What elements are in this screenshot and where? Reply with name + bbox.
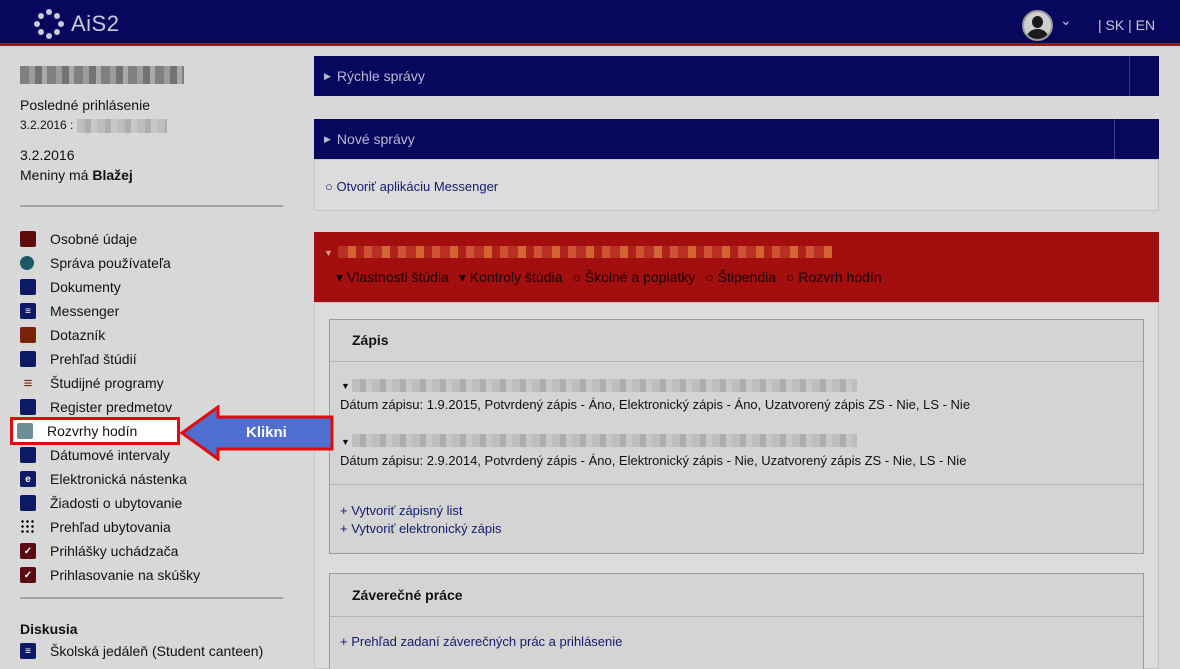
study-tabs: ▾ Vlastnosti štúdia ▾ Kontroly štúdia ○ … bbox=[336, 269, 892, 286]
ais2-logo[interactable]: AiS2 bbox=[34, 9, 119, 39]
sidebar-divider bbox=[20, 205, 283, 207]
discussion-title: Diskusia bbox=[20, 621, 78, 637]
calendar-icon bbox=[17, 423, 33, 439]
board-icon: e bbox=[20, 471, 36, 487]
thesis-box: Záverečné práce + Prehľad zadaní závereč… bbox=[329, 573, 1144, 669]
panel-settings-button[interactable] bbox=[1114, 119, 1159, 159]
enrollment-1-details: Dátum zápisu: 1.9.2015, Potvrdený zápis … bbox=[340, 397, 971, 412]
caret-down-icon: ▼ bbox=[341, 381, 350, 391]
exam-icon: ✓ bbox=[20, 567, 36, 583]
panel-settings-button[interactable] bbox=[1129, 56, 1159, 96]
user-name-redacted bbox=[20, 66, 184, 85]
document-list-icon bbox=[20, 351, 36, 367]
create-electronic-enrollment-link[interactable]: + Vytvoriť elektronický zápis bbox=[340, 521, 502, 536]
list-icon: ≡ bbox=[23, 374, 33, 392]
sidebar-item-applicant-applications[interactable]: ✓ Prihlášky uchádzača bbox=[20, 539, 285, 563]
logo-text: AiS2 bbox=[71, 11, 120, 36]
tab-study-properties[interactable]: ▾ Vlastnosti štúdia bbox=[336, 269, 449, 286]
users-icon bbox=[20, 256, 34, 270]
nameday: Meniny má Blažej bbox=[20, 167, 133, 183]
tab-tuition-fees[interactable]: ○ Školné a poplatky bbox=[572, 269, 695, 286]
briefcase-icon bbox=[20, 327, 36, 343]
top-bar: AiS2 ⌄ | SK | EN bbox=[0, 0, 1180, 46]
caret-right-icon: ▶ bbox=[324, 70, 331, 81]
new-messages-body: ○ Otvoriť aplikáciu Messenger bbox=[314, 159, 1159, 211]
tab-scholarships[interactable]: ○ Štipendia bbox=[705, 269, 776, 286]
enrollment-1-title-redacted[interactable] bbox=[352, 379, 857, 392]
sidebar-item-studies-overview[interactable]: Prehľad štúdií bbox=[20, 347, 285, 371]
last-login-value: 3.2.2016 : bbox=[20, 118, 167, 133]
enrollment-2-title-redacted[interactable] bbox=[352, 434, 857, 447]
sidebar-item-questionnaire[interactable]: Dotazník bbox=[20, 323, 285, 347]
study-header: ▼ bbox=[314, 232, 1159, 302]
sidebar-item-user-management[interactable]: Správa používateľa bbox=[20, 251, 285, 275]
caret-down-icon: ▼ bbox=[324, 248, 333, 258]
sidebar-item-messenger[interactable]: ≡ Messenger bbox=[20, 299, 285, 323]
calendar-interval-icon bbox=[20, 447, 36, 463]
callout-label: Klikni bbox=[246, 424, 287, 441]
sidebar-divider-2 bbox=[20, 597, 283, 599]
new-messages-header[interactable]: ▶ Nové správy bbox=[314, 119, 1159, 159]
sidebar-item-school-canteen[interactable]: ≡ Školská jedáleň (Student canteen) bbox=[20, 639, 285, 663]
language-switch[interactable]: | SK | EN bbox=[1098, 17, 1155, 33]
sidebar-item-electronic-board[interactable]: e Elektronická nástenka bbox=[20, 467, 285, 491]
grid-dots-icon bbox=[20, 519, 36, 535]
sidebar-item-exam-registration[interactable]: ✓ Prihlasovanie na skúšky bbox=[20, 563, 285, 587]
open-messenger-link[interactable]: ○ Otvoriť aplikáciu Messenger bbox=[325, 179, 498, 194]
tab-study-checks[interactable]: ▾ Kontroly štúdia bbox=[459, 269, 563, 286]
thesis-overview-link[interactable]: + Prehľad zadaní záverečných prác a prih… bbox=[340, 634, 622, 649]
chat-icon: ≡ bbox=[20, 643, 36, 659]
today-date: 3.2.2016 bbox=[20, 147, 75, 163]
caret-down-icon: ▼ bbox=[341, 437, 350, 447]
folder-icon bbox=[20, 399, 36, 415]
chat-icon: ≡ bbox=[20, 303, 36, 319]
sidebar-item-study-programs[interactable]: ≡ Študijné programy bbox=[20, 371, 285, 395]
user-avatar-icon[interactable] bbox=[1022, 10, 1053, 41]
enrollment-title: Zápis bbox=[352, 332, 389, 348]
sidebar-item-timetables[interactable]: Rozvrhy hodín bbox=[10, 417, 180, 445]
caret-right-icon: ▶ bbox=[324, 133, 331, 144]
chevron-down-icon[interactable]: ⌄ bbox=[1060, 12, 1072, 29]
sidebar-item-accommodation-overview[interactable]: Prehľad ubytovania bbox=[20, 515, 285, 539]
create-enrollment-sheet-link[interactable]: + Vytvoriť zápisný list bbox=[340, 503, 463, 518]
thesis-title: Záverečné práce bbox=[352, 587, 463, 603]
tab-timetable[interactable]: ○ Rozvrh hodín bbox=[786, 269, 882, 286]
enrollment-2-details: Dátum zápisu: 2.9.2014, Potvrdený zápis … bbox=[340, 453, 967, 468]
discussion-menu: ≡ Školská jedáleň (Student canteen) bbox=[20, 639, 285, 663]
logo-dots-icon bbox=[34, 9, 64, 39]
sidebar-item-documents[interactable]: Dokumenty bbox=[20, 275, 285, 299]
person-icon bbox=[20, 231, 36, 247]
quick-messages-header[interactable]: ▶ Rýchle správy bbox=[314, 56, 1159, 96]
last-login-label: Posledné prihlásenie bbox=[20, 97, 150, 113]
study-name-redacted bbox=[338, 246, 832, 258]
document-icon bbox=[20, 279, 36, 295]
enrollment-box: Zápis ▼ Dátum zápisu: 1.9.2015, Potvrden… bbox=[329, 319, 1144, 554]
sidebar-item-accommodation-requests[interactable]: Žiadosti o ubytovanie bbox=[20, 491, 285, 515]
building-icon bbox=[20, 495, 36, 511]
sidebar-item-personal-data[interactable]: Osobné údaje bbox=[20, 227, 285, 251]
application-icon: ✓ bbox=[20, 543, 36, 559]
